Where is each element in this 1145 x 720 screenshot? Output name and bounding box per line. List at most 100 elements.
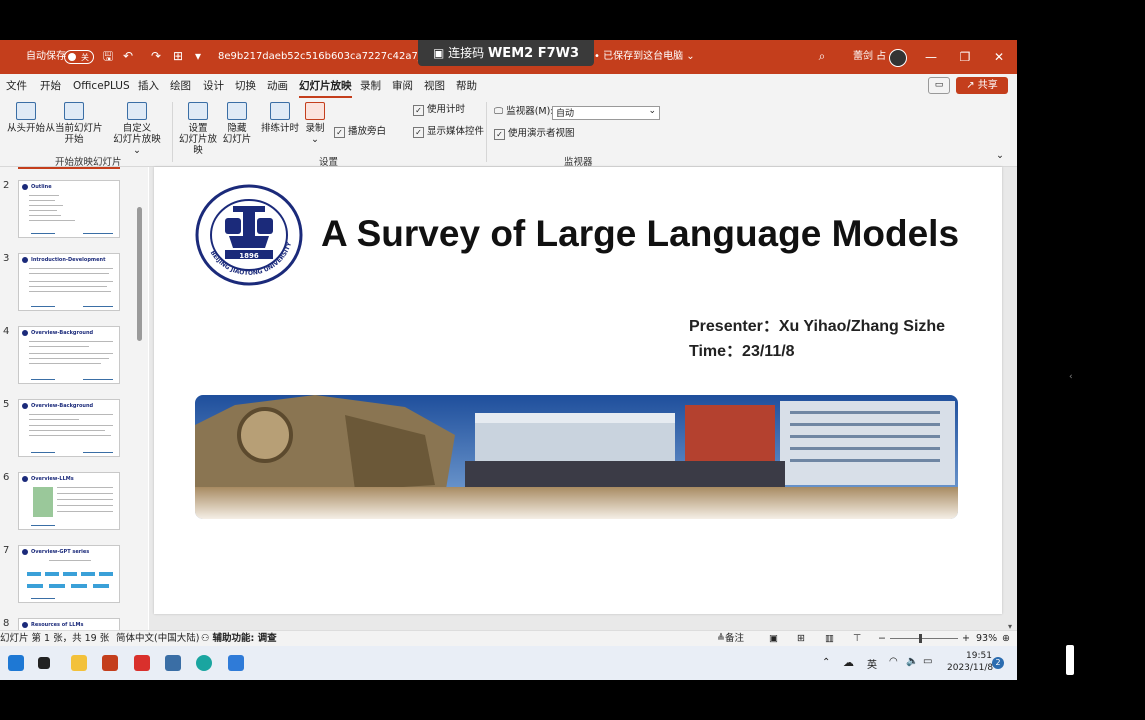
chevron-up-icon[interactable]: ⌃: [822, 657, 830, 668]
fit-to-window-icon[interactable]: ⊕: [1002, 631, 1010, 647]
windows-start-icon[interactable]: [8, 655, 24, 671]
checkmark-icon: ✓: [413, 127, 424, 138]
scrollbar-thumb[interactable]: [137, 207, 142, 341]
slide-counter: 幻灯片 第 1 张，共 19 张: [0, 633, 110, 644]
tab-draw[interactable]: 绘图: [170, 74, 191, 98]
record-button[interactable]: 录制 ⌄: [302, 102, 328, 145]
tab-insert[interactable]: 插入: [138, 74, 159, 98]
slide-canvas[interactable]: 1896 BEIJING JIAOTONG UNIVERSITY A Surve…: [154, 167, 1002, 614]
undo-icon[interactable]: ↶: [120, 48, 136, 64]
reading-view-icon[interactable]: ▥: [825, 631, 834, 647]
close-icon[interactable]: ✕: [982, 40, 1016, 74]
remote-connection-banner[interactable]: ▣ 连接码 WEM2 F7W3: [418, 40, 594, 66]
custom-slideshow-button[interactable]: 自定义 幻灯片放映 ⌄: [108, 102, 166, 156]
volume-icon[interactable]: 🔈: [906, 656, 918, 667]
wps-icon[interactable]: [134, 655, 150, 671]
notification-badge[interactable]: 2: [992, 657, 1004, 669]
tab-home[interactable]: 开始: [40, 74, 61, 98]
slide-thumbnail[interactable]: Overview-LLMs: [18, 472, 120, 530]
from-start-button[interactable]: 从头开始: [6, 102, 46, 134]
tab-review[interactable]: 审阅: [392, 74, 413, 98]
save-status[interactable]: • 已保存到这台电脑 ⌄: [594, 40, 695, 74]
accessibility-icon: ⚇: [201, 633, 213, 644]
group-label-setup: 设置: [319, 157, 339, 168]
presenter-view-checkbox[interactable]: ✓ 使用演示者视图: [494, 128, 575, 140]
hide-slide-button[interactable]: 隐藏 幻灯片: [222, 102, 252, 145]
from-current-button[interactable]: 从当前幻灯片 开始: [45, 102, 103, 145]
thumbnail-scrollbar[interactable]: [137, 167, 143, 630]
notes-button[interactable]: ≜备注: [717, 631, 744, 647]
zoom-slider[interactable]: [890, 638, 958, 639]
zoom-out-button[interactable]: −: [878, 631, 886, 647]
tab-officeplus[interactable]: OfficePLUS: [73, 74, 130, 98]
present-icon[interactable]: ⊞: [170, 48, 186, 64]
zoom-in-button[interactable]: +: [962, 631, 970, 647]
edge-browser-icon[interactable]: [196, 655, 212, 671]
customize-qat-icon[interactable]: ▾: [190, 48, 206, 64]
tab-animations[interactable]: 动画: [267, 74, 288, 98]
tab-record[interactable]: 录制: [360, 74, 381, 98]
logo-icon: [22, 549, 28, 555]
slide-thumbnail[interactable]: Outline: [18, 180, 120, 238]
tab-design[interactable]: 设计: [203, 74, 224, 98]
slide-thumbnail[interactable]: Overview-GPT series: [18, 545, 120, 603]
redo-icon[interactable]: ↷: [148, 48, 164, 64]
slide-sorter-icon[interactable]: ⊞: [797, 631, 805, 647]
restore-icon[interactable]: ❐: [948, 40, 982, 74]
slideshow-view-icon[interactable]: ⊤: [853, 631, 861, 647]
record-icon: [305, 102, 325, 120]
cloud-icon[interactable]: ☁: [843, 656, 854, 669]
battery-icon[interactable]: ▭: [923, 656, 932, 667]
logo-icon: [22, 476, 28, 482]
logo-icon: [22, 403, 28, 409]
slide-thumbnail[interactable]: Resources of LLMs: [18, 618, 120, 630]
wifi-icon[interactable]: ◠: [889, 656, 898, 667]
setup-slideshow-button[interactable]: 设置 幻灯片放映: [176, 102, 220, 156]
logo-icon: [22, 330, 28, 336]
comments-button[interactable]: ▭: [928, 77, 950, 94]
zoom-slider-knob[interactable]: [919, 634, 922, 643]
tab-help[interactable]: 帮助: [456, 74, 477, 98]
side-panel-handle[interactable]: [1066, 645, 1074, 675]
divider: [172, 102, 173, 162]
use-timings-checkbox[interactable]: ✓ 使用计时: [413, 104, 465, 116]
user-name[interactable]: 蕾剑 占: [853, 40, 886, 74]
slide-thumbnail[interactable]: Introduction-Development: [18, 253, 120, 311]
tab-file[interactable]: 文件: [6, 74, 27, 98]
clock-time[interactable]: 19:51: [966, 651, 992, 661]
search-icon[interactable]: ⌕: [814, 48, 830, 64]
accessibility-status[interactable]: ⚇ 辅助功能: 调查: [201, 631, 277, 647]
app-icon[interactable]: [228, 655, 244, 671]
slide-thumbnail[interactable]: Overview-Background: [18, 399, 120, 457]
monitor-select[interactable]: 自动: [552, 104, 660, 120]
slide-title[interactable]: A Survey of Large Language Models: [321, 213, 959, 255]
slide-thumbnail[interactable]: Overview-Background: [18, 326, 120, 384]
powerpoint-icon[interactable]: [102, 655, 118, 671]
play-narrations-checkbox[interactable]: ✓ 播放旁白: [334, 126, 386, 138]
autosave-toggle[interactable]: 关: [64, 50, 94, 64]
time-text[interactable]: Time：23/11/8: [689, 337, 795, 361]
file-explorer-icon[interactable]: [71, 655, 87, 671]
show-media-controls-checkbox[interactable]: ✓ 显示媒体控件: [413, 126, 484, 138]
share-button[interactable]: ↗ 共享: [956, 77, 1008, 94]
campus-photo[interactable]: [195, 395, 958, 519]
presenter-text[interactable]: Presenter：Xu Yihao/Zhang Sizhe: [689, 312, 945, 336]
save-icon[interactable]: 🖫: [100, 48, 116, 64]
task-view-icon[interactable]: [38, 657, 50, 669]
clock-date[interactable]: 2023/11/8: [947, 663, 993, 673]
ime-indicator[interactable]: 英: [867, 656, 877, 671]
language-status[interactable]: 简体中文(中国大陆): [116, 631, 199, 647]
collapse-ribbon-icon[interactable]: ⌄: [996, 150, 1004, 162]
checkmark-icon: ✓: [413, 105, 424, 116]
rehearse-timings-button[interactable]: 排练计时: [261, 102, 299, 134]
normal-view-icon[interactable]: ▣: [769, 631, 778, 647]
tab-slideshow[interactable]: 幻灯片放映: [299, 74, 352, 98]
chevron-left-icon[interactable]: ‹: [1069, 372, 1073, 382]
minimize-icon[interactable]: —: [914, 40, 948, 74]
tab-transitions[interactable]: 切换: [235, 74, 256, 98]
slideshow-current-icon: [64, 102, 84, 120]
avatar[interactable]: [889, 49, 907, 67]
app-icon[interactable]: [165, 655, 181, 671]
tab-view[interactable]: 视图: [424, 74, 445, 98]
zoom-level[interactable]: 93%: [976, 631, 997, 647]
